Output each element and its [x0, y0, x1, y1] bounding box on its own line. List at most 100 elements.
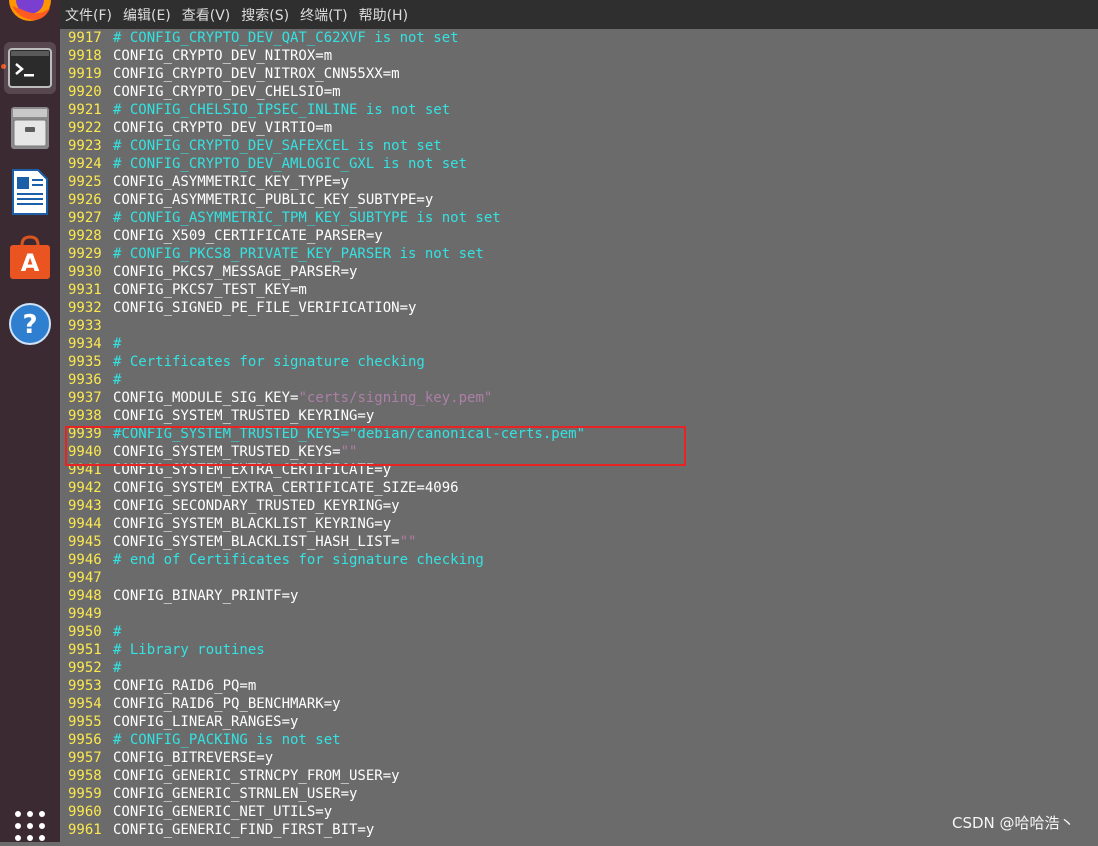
line-number: 9928 — [68, 228, 102, 244]
code-line: 9943 CONFIG_SECONDARY_TRUSTED_KEYRING=y — [68, 497, 1092, 515]
menu-help[interactable]: 帮助(H) — [359, 5, 408, 25]
config-text: CONFIG_GENERIC_STRNLEN_USER=y — [113, 786, 358, 802]
comment-text: # CONFIG_CRYPTO_DEV_AMLOGIC_GXL is not s… — [113, 156, 468, 172]
line-number: 9918 — [68, 48, 102, 64]
code-line: 9922 CONFIG_CRYPTO_DEV_VIRTIO=m — [68, 119, 1092, 137]
config-text: CONFIG_X509_CERTIFICATE_PARSER=y — [113, 228, 383, 244]
code-line: 9955 CONFIG_LINEAR_RANGES=y — [68, 713, 1092, 731]
line-number: 9951 — [68, 642, 102, 658]
comment-text: # Certificates for signature checking — [113, 354, 425, 370]
writer-document-icon[interactable] — [4, 166, 56, 218]
text-editor-area[interactable]: 9917 # CONFIG_CRYPTO_DEV_QAT_C62XVF is no… — [68, 29, 1092, 842]
line-number: 9940 — [68, 444, 102, 460]
config-text: CONFIG_SIGNED_PE_FILE_VERIFICATION=y — [113, 300, 417, 316]
line-number: 9942 — [68, 480, 102, 496]
line-number: 9948 — [68, 588, 102, 604]
terminal-icon[interactable] — [4, 42, 56, 94]
comment-text: # CONFIG_PKCS8_PRIVATE_KEY_PARSER is not… — [113, 246, 484, 262]
line-number: 9926 — [68, 192, 102, 208]
ubuntu-dock: A ? — [0, 0, 60, 842]
line-number: 9927 — [68, 210, 102, 226]
menu-file[interactable]: 文件(F) — [65, 5, 112, 25]
comment-text: #CONFIG_SYSTEM_TRUSTED_KEYS="debian/cano… — [113, 426, 586, 442]
config-text: CONFIG_SYSTEM_EXTRA_CERTIFICATE=y — [113, 462, 392, 478]
string-literal: "" — [399, 534, 417, 550]
menu-view[interactable]: 查看(V) — [182, 5, 231, 25]
code-line: 9960 CONFIG_GENERIC_NET_UTILS=y — [68, 803, 1092, 821]
line-number: 9958 — [68, 768, 102, 784]
help-icon[interactable]: ? — [4, 298, 56, 350]
comment-text: # — [113, 336, 122, 352]
code-line: 9945 CONFIG_SYSTEM_BLACKLIST_HASH_LIST="" — [68, 533, 1092, 551]
config-text: CONFIG_ASYMMETRIC_PUBLIC_KEY_SUBTYPE=y — [113, 192, 434, 208]
comment-text: # CONFIG_CRYPTO_DEV_QAT_C62XVF is not se… — [113, 30, 459, 46]
line-number: 9943 — [68, 498, 102, 514]
code-line: 9926 CONFIG_ASYMMETRIC_PUBLIC_KEY_SUBTYPE… — [68, 191, 1092, 209]
code-line: 9920 CONFIG_CRYPTO_DEV_CHELSIO=m — [68, 83, 1092, 101]
code-line: 9931 CONFIG_PKCS7_TEST_KEY=m — [68, 281, 1092, 299]
comment-text: # — [113, 660, 122, 676]
code-line: 9958 CONFIG_GENERIC_STRNCPY_FROM_USER=y — [68, 767, 1092, 785]
config-text: CONFIG_LINEAR_RANGES=y — [113, 714, 299, 730]
line-number: 9920 — [68, 84, 102, 100]
config-text: CONFIG_GENERIC_NET_UTILS=y — [113, 804, 333, 820]
software-store-icon[interactable]: A — [4, 232, 56, 284]
config-text: CONFIG_PKCS7_MESSAGE_PARSER=y — [113, 264, 358, 280]
code-line: 9923 # CONFIG_CRYPTO_DEV_SAFEXCEL is not … — [68, 137, 1092, 155]
firefox-icon[interactable] — [4, 0, 56, 26]
config-text: CONFIG_CRYPTO_DEV_NITROX_CNN55XX=m — [113, 66, 400, 82]
config-text: CONFIG_GENERIC_STRNCPY_FROM_USER=y — [113, 768, 400, 784]
config-text: CONFIG_RAID6_PQ=m — [113, 678, 257, 694]
config-text: CONFIG_BITREVERSE=y — [113, 750, 274, 766]
line-number: 9937 — [68, 390, 102, 406]
code-line: 9961 CONFIG_GENERIC_FIND_FIRST_BIT=y — [68, 821, 1092, 839]
line-number: 9947 — [68, 570, 102, 586]
line-number: 9933 — [68, 318, 102, 334]
code-line: 9918 CONFIG_CRYPTO_DEV_NITROX=m — [68, 47, 1092, 65]
code-line: 9949 — [68, 605, 1092, 623]
menu-terminal[interactable]: 终端(T) — [300, 5, 347, 25]
comment-text: # Library routines — [113, 642, 265, 658]
svg-text:A: A — [21, 249, 40, 277]
config-text: CONFIG_SYSTEM_BLACKLIST_HASH_LIST= — [113, 534, 400, 550]
code-line: 9925 CONFIG_ASYMMETRIC_KEY_TYPE=y — [68, 173, 1092, 191]
code-line: 9942 CONFIG_SYSTEM_EXTRA_CERTIFICATE_SIZE… — [68, 479, 1092, 497]
config-text: CONFIG_SYSTEM_TRUSTED_KEYRING=y — [113, 408, 375, 424]
line-number: 9929 — [68, 246, 102, 262]
code-line: 9939 #CONFIG_SYSTEM_TRUSTED_KEYS="debian/… — [68, 425, 1092, 443]
line-number: 9919 — [68, 66, 102, 82]
comment-text: # — [113, 372, 122, 388]
code-line: 9940 CONFIG_SYSTEM_TRUSTED_KEYS="" — [68, 443, 1092, 461]
code-line: 9936 # — [68, 371, 1092, 389]
config-text: CONFIG_MODULE_SIG_KEY= — [113, 390, 299, 406]
line-number: 9930 — [68, 264, 102, 280]
comment-text: # CONFIG_CHELSIO_IPSEC_INLINE is not set — [113, 102, 451, 118]
code-line: 9917 # CONFIG_CRYPTO_DEV_QAT_C62XVF is no… — [68, 29, 1092, 47]
code-line: 9946 # end of Certificates for signature … — [68, 551, 1092, 569]
string-literal: "" — [340, 444, 358, 460]
code-line: 9921 # CONFIG_CHELSIO_IPSEC_INLINE is not… — [68, 101, 1092, 119]
menu-bar: 文件(F) 编辑(E) 查看(V) 搜索(S) 终端(T) 帮助(H) — [60, 0, 1098, 29]
show-applications-icon[interactable] — [4, 806, 56, 846]
code-line: 9954 CONFIG_RAID6_PQ_BENCHMARK=y — [68, 695, 1092, 713]
line-number: 9961 — [68, 822, 102, 838]
csdn-watermark: CSDN @哈哈浩丶 — [952, 814, 1075, 832]
code-line: 9956 # CONFIG_PACKING is not set — [68, 731, 1092, 749]
code-line: 9952 # — [68, 659, 1092, 677]
menu-search[interactable]: 搜索(S) — [241, 5, 289, 25]
comment-text: # CONFIG_ASYMMETRIC_TPM_KEY_SUBTYPE is n… — [113, 210, 501, 226]
file-cabinet-icon[interactable] — [4, 102, 56, 154]
line-number: 9954 — [68, 696, 102, 712]
config-text: CONFIG_BINARY_PRINTF=y — [113, 588, 299, 604]
code-line: 9948 CONFIG_BINARY_PRINTF=y — [68, 587, 1092, 605]
line-number: 9939 — [68, 426, 102, 442]
line-number: 9923 — [68, 138, 102, 154]
code-line: 9950 # — [68, 623, 1092, 641]
code-line: 9941 CONFIG_SYSTEM_EXTRA_CERTIFICATE=y — [68, 461, 1092, 479]
line-number: 9949 — [68, 606, 102, 622]
code-line: 9927 # CONFIG_ASYMMETRIC_TPM_KEY_SUBTYPE … — [68, 209, 1092, 227]
menu-edit[interactable]: 编辑(E) — [123, 5, 171, 25]
line-number: 9938 — [68, 408, 102, 424]
config-text: CONFIG_SYSTEM_TRUSTED_KEYS= — [113, 444, 341, 460]
svg-text:?: ? — [22, 310, 37, 340]
